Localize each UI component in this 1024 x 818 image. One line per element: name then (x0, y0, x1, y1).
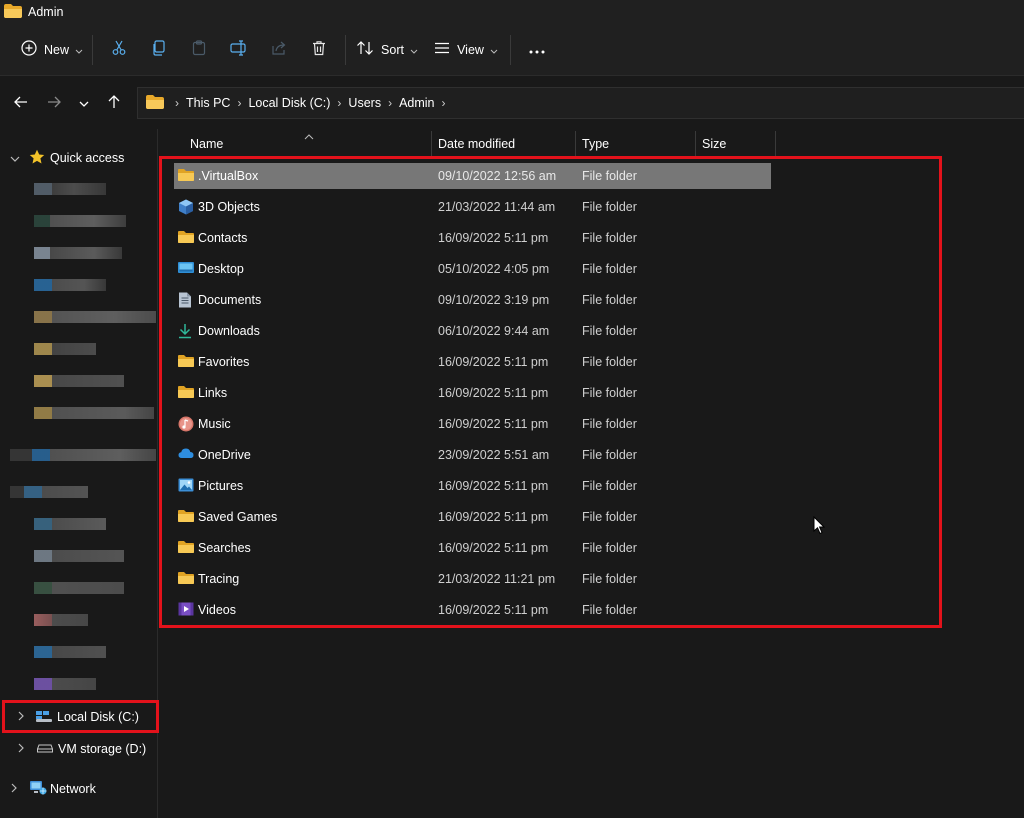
column-header-size[interactable]: Size (696, 129, 775, 159)
new-button[interactable]: New (18, 32, 86, 68)
rename-icon (230, 40, 248, 59)
up-button[interactable] (98, 87, 130, 119)
star-icon (29, 149, 45, 168)
more-dots-icon (529, 43, 545, 57)
window-title: Admin (28, 5, 64, 19)
recent-locations-button[interactable] (72, 87, 96, 119)
navigation-pane: Quick access Local Disk (C:) VM storage … (0, 129, 159, 818)
file-list: Name Date modified Type Size .VirtualBox… (159, 129, 1024, 818)
delete-button[interactable] (299, 32, 339, 68)
chevron-right-icon (18, 742, 24, 756)
plus-circle-icon (21, 40, 37, 59)
toolbar-divider (345, 34, 346, 65)
arrow-left-icon (14, 96, 28, 111)
view-button[interactable]: View (428, 32, 504, 68)
chevron-right-icon[interactable]: › (442, 96, 446, 110)
copy-button[interactable] (139, 32, 179, 68)
chevron-right-icon[interactable]: › (388, 96, 392, 110)
arrow-up-icon (108, 94, 120, 112)
sidebar-item-local-disk[interactable]: Local Disk (C:) (0, 703, 158, 731)
rename-button[interactable] (219, 32, 259, 68)
network-icon (29, 780, 47, 799)
chevron-right-icon[interactable]: › (337, 96, 341, 110)
sort-button[interactable]: Sort (352, 32, 422, 68)
forward-button[interactable] (38, 87, 70, 119)
breadcrumb-this-pc[interactable]: This PC (186, 96, 230, 110)
chevron-right-icon: › (175, 96, 179, 110)
sidebar-label-local-disk: Local Disk (C:) (57, 710, 139, 724)
column-header-date-modified[interactable]: Date modified (432, 129, 575, 159)
share-icon (271, 40, 287, 59)
chevron-right-icon (18, 710, 24, 724)
back-button[interactable] (5, 87, 37, 119)
list-view-icon (434, 42, 450, 57)
navigation-bar: › This PC › Local Disk (C:) › Users › Ad… (0, 77, 1024, 129)
breadcrumb-admin[interactable]: Admin (399, 96, 434, 110)
sidebar-item-vm-storage[interactable]: VM storage (D:) (0, 735, 158, 763)
chevron-down-icon (410, 43, 418, 57)
share-button[interactable] (259, 32, 299, 68)
column-header-label: Type (582, 137, 610, 151)
trash-icon (311, 40, 327, 59)
toolbar-divider (510, 34, 511, 65)
sort-label: Sort (381, 42, 404, 57)
sort-icon (356, 40, 374, 59)
chevron-right-icon[interactable]: › (237, 96, 241, 110)
toolbar-divider (92, 34, 93, 65)
mouse-pointer-icon (813, 515, 826, 538)
drive-icon (37, 742, 53, 756)
sidebar-item-network[interactable]: Network (0, 775, 158, 803)
column-header-name[interactable]: Name (184, 129, 430, 159)
chevron-right-icon (11, 782, 17, 796)
command-bar: New Sort View (0, 24, 1024, 76)
view-label: View (457, 42, 484, 57)
sidebar-item-quick-access[interactable]: Quick access (0, 144, 158, 172)
column-header-label: Name (190, 137, 224, 151)
title-bar: Admin (0, 0, 1024, 24)
scissors-icon (111, 40, 127, 59)
column-header-label: Date modified (438, 137, 516, 151)
cut-button[interactable] (99, 32, 139, 68)
sidebar-label-vm-storage: VM storage (D:) (58, 742, 147, 756)
chevron-down-icon (79, 96, 89, 110)
breadcrumb-local-disk[interactable]: Local Disk (C:) (248, 96, 330, 110)
folder-icon (4, 3, 22, 21)
chevron-down-icon (490, 43, 498, 57)
address-bar[interactable]: › This PC › Local Disk (C:) › Users › Ad… (137, 87, 1024, 119)
new-label: New (43, 42, 69, 57)
paste-icon (191, 40, 207, 59)
chevron-down-icon (75, 43, 83, 57)
column-header-type[interactable]: Type (576, 129, 695, 159)
annotation-highlight-box (159, 156, 942, 628)
drive-icon (35, 709, 53, 726)
breadcrumb-users[interactable]: Users (348, 96, 381, 110)
arrow-right-icon (47, 96, 61, 111)
paste-button[interactable] (179, 32, 219, 68)
column-divider[interactable] (775, 131, 776, 157)
see-more-button[interactable] (517, 32, 557, 68)
copy-icon (151, 40, 167, 59)
column-header-label: Size (702, 137, 727, 151)
folder-icon (146, 94, 164, 112)
sidebar-label-quick-access: Quick access (50, 151, 125, 165)
sidebar-label-network: Network (50, 782, 96, 796)
chevron-down-icon (10, 151, 20, 165)
